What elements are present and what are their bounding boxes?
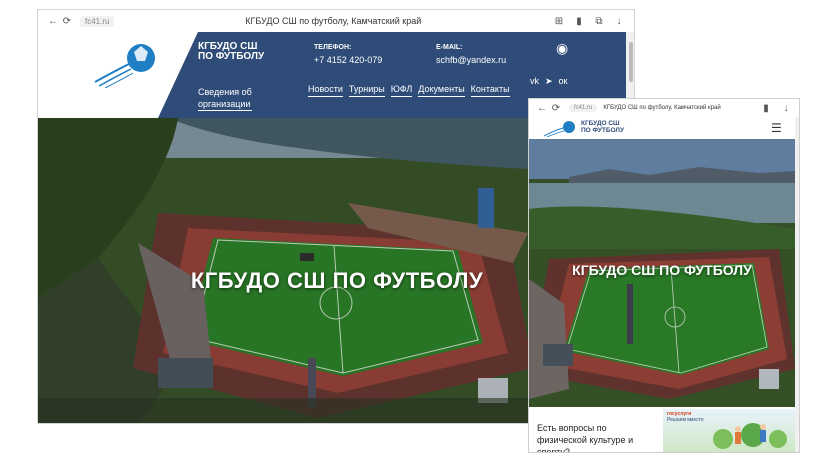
org-name[interactable]: КГБУДО СШ ПО ФУТБОЛУ [198,42,264,62]
mobile-tab-title: КГБУДО СШ по футболу, Камчатский край [603,105,721,111]
ball-logo-icon[interactable] [93,38,163,88]
tab-title: КГБУДО СШ по футболу, Камчатский край [245,16,422,26]
nav-tournaments[interactable]: Турниры [348,84,385,97]
phone-number[interactable]: +7 4152 420-079 [314,55,382,65]
about-line1: Сведения об [198,87,252,97]
gosuslugi-banner[interactable]: госуслуги Решаем вместе [663,409,795,452]
nav-yfl[interactable]: ЮФЛ [390,84,413,97]
vk-icon[interactable]: vk [530,76,539,87]
address-bar[interactable]: fc41.ru [80,15,115,27]
reload-icon[interactable]: ⟳ [60,16,74,27]
mobile-org-line2: ПО ФУТБОЛУ [581,127,625,134]
gosuslugi-illustration [713,423,787,449]
nav-contacts[interactable]: Контакты [470,84,510,97]
ok-icon[interactable]: ок [559,76,568,87]
download-icon[interactable]: ↓ [612,16,626,27]
share-icon[interactable]: ⧉ [592,16,606,27]
mobile-browser-window: ← ⟳ fc41.ru КГБУДО СШ по футболу, Камчат… [528,98,800,453]
main-nav: Новости Турниры ЮФЛ Документы Контакты [308,84,510,97]
scroll-thumb[interactable] [629,42,633,82]
mobile-site-header: КГБУДО СШ ПО ФУТБОЛУ ☰ [529,117,795,139]
mobile-browser-toolbar: ← ⟳ fc41.ru КГБУДО СШ по футболу, Камчат… [529,99,799,117]
telegram-icon[interactable]: ➤ [545,76,553,87]
about-org-link[interactable]: Сведения об организации [198,86,252,111]
phone-block: Телефон: +7 4152 420-079 [314,44,382,65]
email-block: E-mail: schfb@yandex.ru [436,44,506,65]
social-links: vk ➤ ок [530,76,568,87]
mobile-back-icon[interactable]: ← [535,103,549,114]
browser-toolbar: ← ⟳ fc41.ru КГБУДО СШ по футболу, Камчат… [38,10,634,32]
feedback-question: Есть вопросы по физической культуре и сп… [537,423,634,453]
phone-label: Телефон: [314,44,352,51]
mobile-org-name[interactable]: КГБУДО СШ ПО ФУТБОЛУ [581,120,624,134]
mobile-download-icon[interactable]: ↓ [779,103,793,114]
nav-documents[interactable]: Документы [418,84,465,97]
email-label: E-mail: [436,44,463,51]
org-name-line2: ПО ФУТБОЛУ [198,51,265,62]
nav-news[interactable]: Новости [308,84,343,97]
eye-icon[interactable]: ◉ [556,40,568,57]
translate-icon[interactable]: ⊞ [552,16,566,27]
email-address[interactable]: schfb@yandex.ru [436,55,506,65]
mobile-ball-logo-icon[interactable] [543,119,577,137]
mobile-address-bar[interactable]: fc41.ru [569,104,598,112]
mobile-bookmark-icon[interactable]: ▮ [759,103,773,114]
mobile-scrollbar[interactable] [795,117,799,452]
about-line2: организации [198,99,252,111]
bookmark-icon[interactable]: ▮ [572,16,586,27]
mobile-org-line1: КГБУДО СШ [581,120,620,127]
hamburger-icon[interactable]: ☰ [771,121,782,135]
mobile-reload-icon[interactable]: ⟳ [549,103,563,114]
mobile-feedback-section: Есть вопросы по физической культуре и сп… [529,407,795,453]
back-icon[interactable]: ← [46,16,60,27]
mobile-hero-banner: КГБУДО СШ ПО ФУТБОЛУ [529,139,795,407]
mobile-hero-title: КГБУДО СШ ПО ФУТБОЛУ [572,262,752,278]
